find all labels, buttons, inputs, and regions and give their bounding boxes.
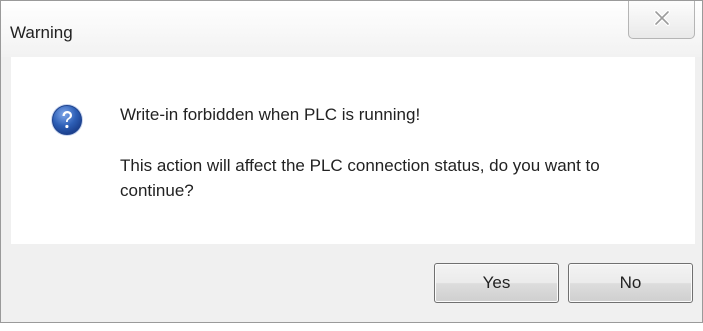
dialog-title: Warning: [10, 23, 73, 42]
no-button[interactable]: No: [568, 263, 693, 303]
title-bar[interactable]: Warning: [1, 1, 702, 57]
yes-button[interactable]: Yes: [434, 263, 559, 303]
message-area: Write-in forbidden when PLC is running! …: [11, 57, 695, 244]
warning-message: Write-in forbidden when PLC is running!: [120, 105, 421, 124]
dialog-client-area: Write-in forbidden when PLC is running! …: [11, 57, 695, 315]
close-icon: [654, 10, 670, 26]
close-button[interactable]: [628, 1, 695, 39]
warning-dialog: Warning Write-in forbidden when PLC is r…: [0, 0, 703, 323]
warning-detail: This action will affect the PLC connecti…: [120, 156, 600, 200]
question-icon: [51, 104, 83, 136]
